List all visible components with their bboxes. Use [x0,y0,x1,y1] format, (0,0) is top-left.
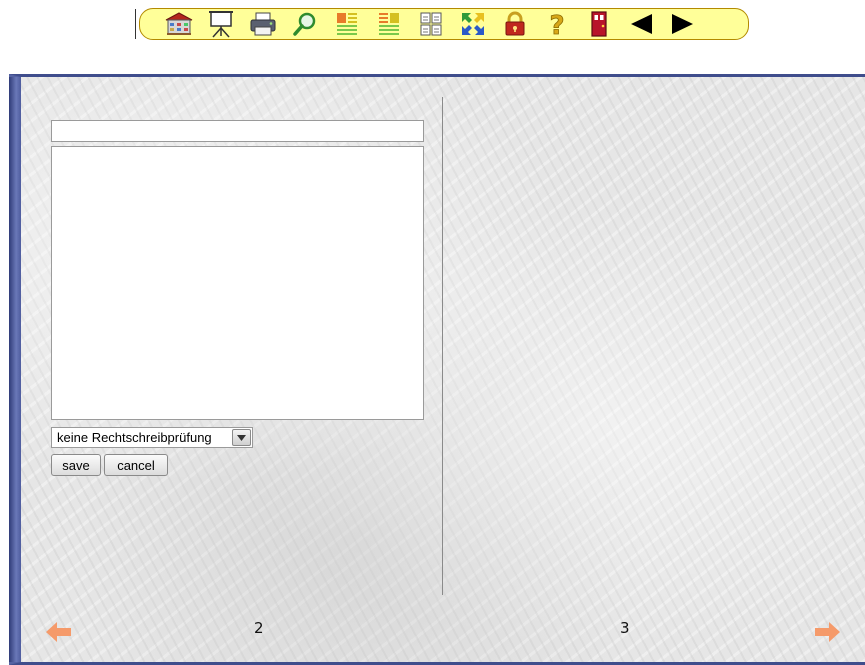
layout-right-button[interactable] [368,9,410,39]
chevron-down-icon[interactable] [232,429,251,446]
print-button[interactable] [242,9,284,39]
book-spine [442,97,443,595]
toolbar: ? [139,8,749,40]
svg-text:?: ? [549,11,564,38]
next-triangle-icon [672,14,693,34]
lock-icon [505,11,525,36]
arrow-left-icon [46,622,71,642]
help-button[interactable]: ? [536,9,578,39]
printer-icon [250,12,276,36]
spellcheck-selected-value: keine Rechtschreibprüfung [57,430,212,445]
right-page-number: 3 [620,619,630,637]
left-page-number: 2 [254,619,264,637]
previous-page-arrow[interactable] [45,621,73,643]
fullscreen-arrows-icon [462,13,484,35]
spellcheck-select[interactable]: keine Rechtschreibprüfung [51,427,253,448]
presentation-board-icon [209,11,233,38]
next-page-arrow[interactable] [813,621,841,643]
lock-button[interactable] [494,9,536,39]
library-icon [165,12,193,35]
fullscreen-button[interactable] [452,9,494,39]
help-question-icon: ? [549,11,565,38]
previous-page-button[interactable] [620,9,662,39]
layout-left-button[interactable] [326,9,368,39]
page-layout-right-icon [379,13,399,35]
presentation-button[interactable] [200,9,242,39]
magnifier-icon [293,12,316,36]
page-layout-left-icon [337,13,357,35]
arrow-right-icon [815,622,840,642]
cancel-button[interactable]: cancel [104,454,168,476]
title-input[interactable] [51,120,424,142]
exit-door-icon [591,11,607,37]
toolbar-divider [135,9,136,39]
previous-triangle-icon [631,14,652,34]
two-pages-button[interactable] [410,9,452,39]
book: keine Rechtschreibprüfung save cancel 2 … [9,74,865,665]
body-textarea[interactable] [51,146,424,420]
two-pages-icon [420,12,442,36]
toolbar-area: ? [0,0,865,70]
exit-button[interactable] [578,9,620,39]
next-page-button[interactable] [662,9,704,39]
search-button[interactable] [284,9,326,39]
book-binding [9,77,21,662]
save-button[interactable]: save [51,454,101,476]
library-button[interactable] [158,9,200,39]
